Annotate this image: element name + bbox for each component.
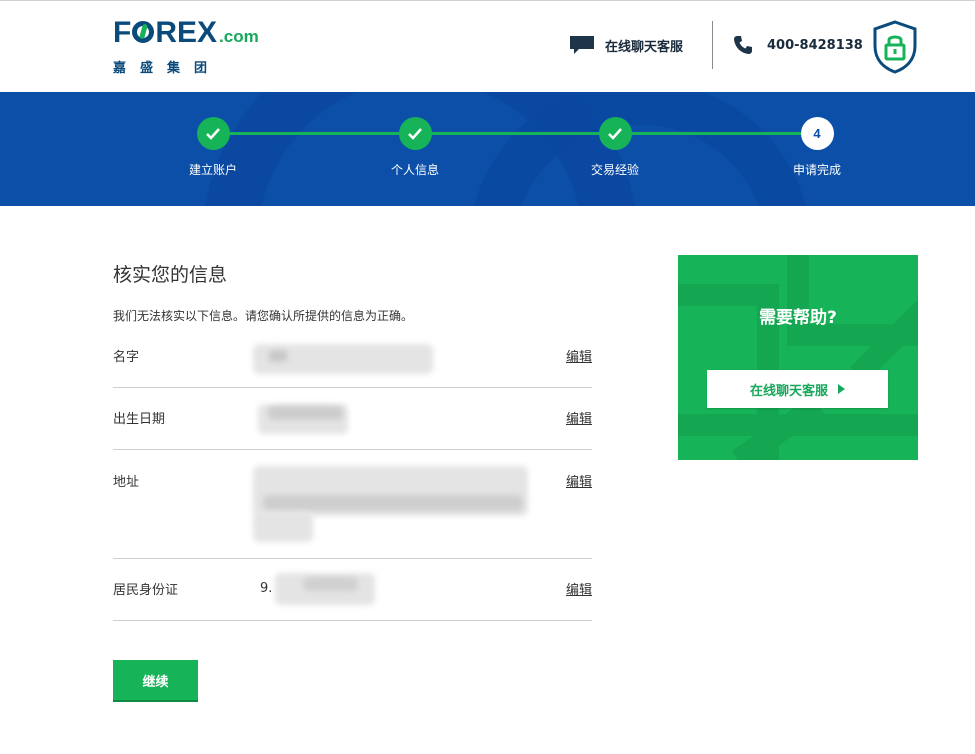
step-4: 4 申请完成 — [757, 117, 877, 178]
step-3-circle — [598, 117, 632, 150]
info-row-id: 居民身份证 9. 编辑 — [113, 559, 592, 621]
edit-address-link[interactable]: 编辑 — [566, 471, 592, 490]
redacted-dob-fragment — [268, 406, 343, 420]
step-3: 交易经验 — [555, 117, 675, 178]
step-1-label: 建立账户 — [188, 163, 237, 177]
step-1: 建立账户 — [153, 117, 273, 178]
continue-button[interactable]: 继续 — [113, 660, 198, 702]
site-header: F REX .com 嘉盛集团 在线聊天客服 400-8428138 — [0, 0, 975, 92]
shield-lock-icon — [873, 20, 917, 74]
help-chat-button[interactable]: 在线聊天客服 — [707, 370, 888, 408]
header-phone[interactable]: 400-8428138 — [733, 35, 863, 55]
checkmark-icon — [608, 127, 622, 140]
redacted-name-fragment — [268, 350, 288, 362]
page-title: 核实您的信息 — [113, 264, 228, 286]
step-4-circle: 4 — [800, 117, 834, 150]
play-arrow-icon — [838, 384, 845, 394]
forex-logo[interactable]: F REX .com 嘉盛集团 — [113, 17, 259, 77]
logo-letters-rex: REX — [155, 16, 218, 49]
edit-name-link[interactable]: 编辑 — [566, 346, 592, 365]
logo-letter-f: F — [113, 16, 132, 49]
info-row-dob: 出生日期 编辑 — [113, 388, 592, 450]
help-panel: 需要帮助? 在线聊天客服 — [678, 255, 918, 460]
step-1-circle — [196, 117, 230, 150]
row-label-dob: 出生日期 — [113, 412, 166, 427]
progress-band: 建立账户 个人信息 交易经验 4 申请完成 — [0, 92, 975, 206]
help-panel-decoration — [678, 255, 918, 460]
logo-subtitle: 嘉盛集团 — [113, 61, 222, 76]
help-title: 需要帮助? — [759, 308, 837, 328]
step-2: 个人信息 — [355, 117, 475, 178]
step-4-label: 申请完成 — [792, 163, 841, 177]
edit-dob-link[interactable]: 编辑 — [566, 408, 592, 427]
step-3-label: 交易经验 — [590, 163, 639, 177]
page-description: 我们无法核实以下信息。请您确认所提供的信息为正确。 — [113, 309, 414, 323]
id-prefix: 9. — [260, 581, 273, 596]
header-chat-link[interactable]: 在线聊天客服 — [569, 35, 683, 55]
info-row-address: 地址 编辑 — [113, 450, 592, 559]
logo-o-mark — [132, 21, 155, 43]
progress-line — [213, 132, 817, 135]
step-2-circle — [398, 117, 432, 150]
phone-number: 400-8428138 — [767, 37, 863, 53]
checkmark-icon — [408, 127, 422, 140]
row-label-name: 名字 — [113, 350, 140, 365]
header-chat-label: 在线聊天客服 — [605, 39, 684, 55]
redacted-address-fragment — [263, 495, 523, 511]
chat-bubble-icon — [570, 36, 594, 54]
step-2-label: 个人信息 — [390, 163, 439, 177]
redacted-id-fragment — [303, 577, 358, 591]
help-chat-label: 在线聊天客服 — [749, 383, 828, 399]
phone-icon — [734, 36, 752, 54]
checkmark-icon — [206, 127, 220, 140]
edit-id-link[interactable]: 编辑 — [566, 579, 592, 598]
logo-wordmark: F REX .com — [113, 17, 259, 53]
info-row-name: 名字 编辑 — [113, 340, 592, 388]
redacted-address-line2 — [253, 512, 313, 542]
logo-dotcom: .com — [219, 27, 259, 46]
row-label-id: 居民身份证 — [113, 583, 179, 598]
row-label-address: 地址 — [113, 475, 140, 490]
header-divider — [712, 21, 713, 69]
